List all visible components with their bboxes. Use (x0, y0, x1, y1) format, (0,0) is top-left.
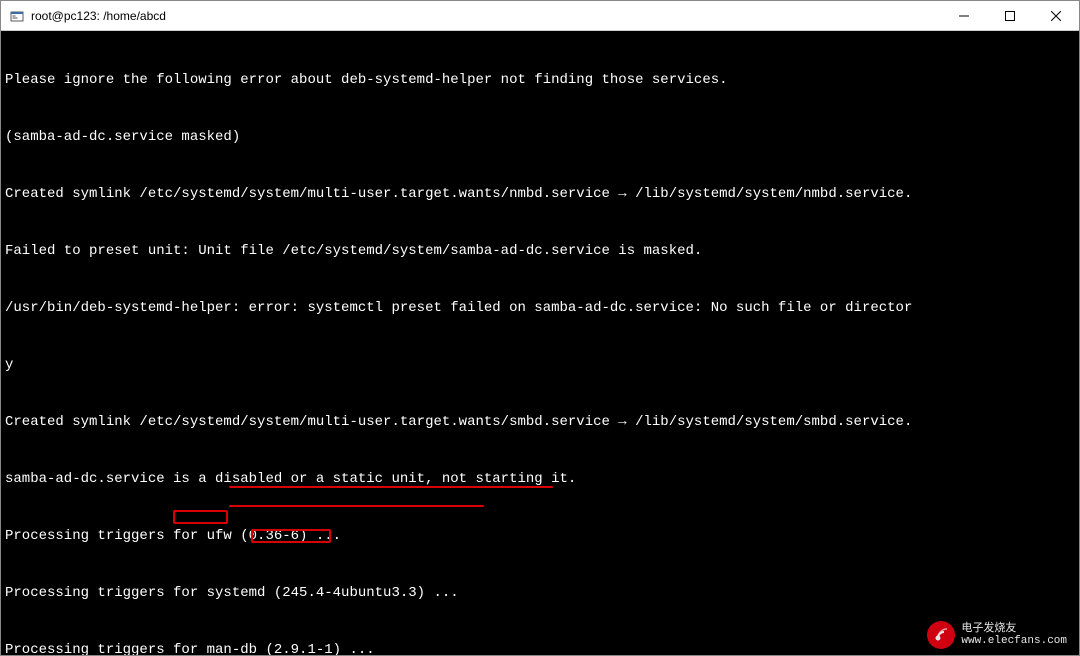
watermark-url: www.elecfans.com (961, 635, 1067, 647)
putty-icon (9, 8, 25, 24)
terminal-line: y (5, 356, 1075, 375)
terminal-window: root@pc123: /home/abcd Please ignore the… (0, 0, 1080, 656)
watermark-text: 电子发烧友 www.elecfans.com (961, 623, 1067, 647)
terminal-line: Please ignore the following error about … (5, 71, 1075, 90)
watermark-logo-icon (927, 621, 955, 649)
titlebar: root@pc123: /home/abcd (1, 1, 1079, 31)
minimize-button[interactable] (941, 1, 987, 30)
window-controls (941, 1, 1079, 30)
window-title: root@pc123: /home/abcd (31, 9, 941, 23)
terminal-line: Processing triggers for ufw (0.36-6) ... (5, 527, 1075, 546)
annotation-box (173, 510, 228, 524)
terminal-line: Processing triggers for man-db (2.9.1-1)… (5, 641, 1075, 655)
terminal-area[interactable]: Please ignore the following error about … (1, 31, 1079, 655)
terminal-line: (samba-ad-dc.service masked) (5, 128, 1075, 147)
terminal-line: Processing triggers for systemd (245.4-4… (5, 584, 1075, 603)
terminal-line: Created symlink /etc/systemd/system/mult… (5, 185, 1075, 204)
maximize-button[interactable] (987, 1, 1033, 30)
watermark: 电子发烧友 www.elecfans.com (927, 621, 1067, 649)
terminal-line: Failed to preset unit: Unit file /etc/sy… (5, 242, 1075, 261)
watermark-brand: 电子发烧友 (961, 623, 1067, 635)
annotation-box (251, 529, 331, 543)
terminal-line: /usr/bin/deb-systemd-helper: error: syst… (5, 299, 1075, 318)
annotation-underline (229, 486, 553, 488)
close-button[interactable] (1033, 1, 1079, 30)
terminal-line: Created symlink /etc/systemd/system/mult… (5, 413, 1075, 432)
annotation-underline (229, 505, 484, 507)
